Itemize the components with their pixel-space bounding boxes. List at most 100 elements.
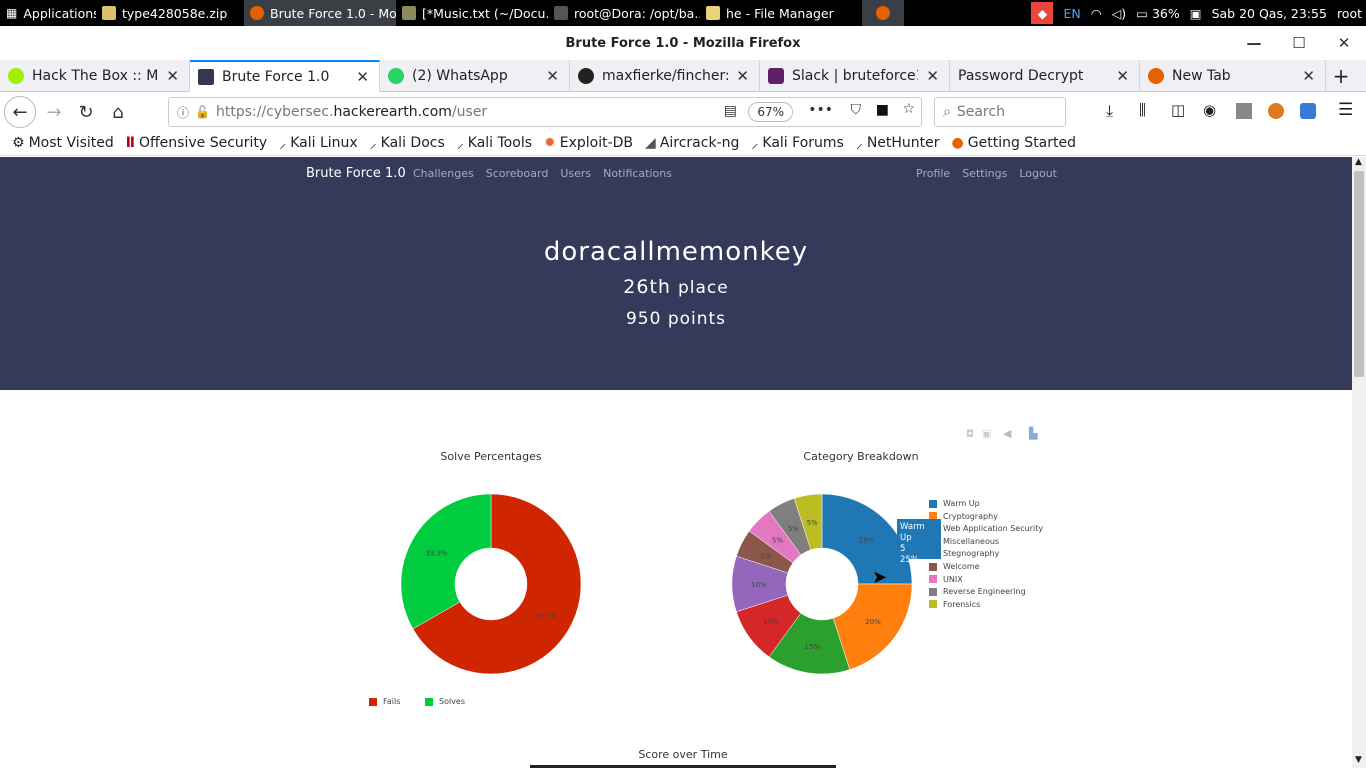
user-menu[interactable]: root <box>1337 6 1362 21</box>
close-tab-icon[interactable]: ✕ <box>546 67 559 85</box>
taskbar-item-firefox[interactable]: Brute Force 1.0 - Mo... <box>244 0 396 26</box>
nav-notifications[interactable]: Notifications <box>603 167 672 180</box>
downloads-icon[interactable]: ⤓ <box>1106 101 1113 121</box>
tab-whatsapp[interactable]: (2) WhatsApp ✕ <box>380 60 570 92</box>
extension-icon[interactable] <box>1236 103 1252 119</box>
site-brand[interactable]: Brute Force 1.0 <box>306 166 406 181</box>
reader-view-icon[interactable]: ▤ <box>724 103 737 119</box>
url-bar[interactable]: ⓘ 🔓 https://cybersec.hackerearth.com/use… <box>168 97 922 127</box>
scroll-down-arrow[interactable]: ▼ <box>1355 755 1362 765</box>
tab-brute-force[interactable]: Brute Force 1.0 ✕ <box>190 60 380 92</box>
tab-hackthebox[interactable]: Hack The Box :: Ma ✕ <box>0 60 190 92</box>
taskbar-item-editor[interactable]: [*Music.txt (~/Docu... <box>396 0 548 26</box>
sidebar-icon[interactable]: ◫ <box>1171 101 1185 119</box>
close-tab-icon[interactable]: ✕ <box>736 67 749 85</box>
bookmark-kali-forums[interactable]: ⸝ Kali Forums <box>751 134 843 153</box>
anydesk-icon[interactable]: ◆ <box>1031 2 1054 24</box>
bookmark-star-icon[interactable]: ☆ <box>902 101 915 117</box>
bookmark-exploit-db[interactable]: ✹ Exploit-DB <box>544 135 633 151</box>
extension-edit-icon[interactable] <box>1300 103 1316 119</box>
legend-item-warm-up[interactable]: Warm Up <box>929 499 980 508</box>
battery-status[interactable]: ▭ 36% <box>1136 6 1180 21</box>
close-tab-icon[interactable]: ✕ <box>1302 67 1315 85</box>
site-nav-left: Challenges Scoreboard Users Notification… <box>413 167 672 180</box>
bookmark-most-visited[interactable]: ⚙ Most Visited <box>12 135 114 151</box>
minimize-button[interactable]: — <box>1232 26 1276 60</box>
taskbar-item-terminal[interactable]: root@Dora: /opt/ba... <box>548 0 700 26</box>
tab-new-tab[interactable]: New Tab ✕ <box>1140 60 1326 92</box>
taskbar-item-file-manager[interactable]: he - File Manager <box>700 0 852 26</box>
screenshot-icon[interactable]: ■ <box>876 102 889 118</box>
clock[interactable]: Sab 20 Qas, 23:55 <box>1212 6 1327 21</box>
whatsapp-icon <box>388 68 404 84</box>
close-tab-icon[interactable]: ✕ <box>926 67 939 85</box>
legend-item-unix[interactable]: UNIX <box>929 575 963 584</box>
nav-profile[interactable]: Profile <box>916 167 950 180</box>
account-icon[interactable]: ◉ <box>1203 101 1216 119</box>
legend-fails[interactable]: Fails <box>369 697 400 706</box>
camera-icon[interactable]: ◘ <box>966 429 974 440</box>
wifi-icon[interactable]: ◠ <box>1091 6 1102 21</box>
nav-users[interactable]: Users <box>560 167 591 180</box>
bookmark-offensive-security[interactable]: Ⅱ Offensive Security <box>126 135 267 151</box>
scrollbar-thumb[interactable] <box>1354 171 1364 377</box>
tab-slack[interactable]: Slack | bruteforce1- ✕ <box>760 60 950 92</box>
info-icon[interactable]: ⓘ <box>177 104 189 121</box>
volume-icon[interactable]: ◁) <box>1112 6 1127 21</box>
insecure-lock-icon[interactable]: 🔓 <box>195 105 210 119</box>
close-tab-icon[interactable]: ✕ <box>1116 67 1129 85</box>
url-text[interactable]: https://cybersec.hackerearth.com/user <box>216 104 487 120</box>
profile-points: 950 points <box>625 309 727 329</box>
legend-solves[interactable]: Solves <box>425 697 465 706</box>
legend-item-reverse-engineering[interactable]: Reverse Engineering <box>929 587 1026 596</box>
hamburger-menu-icon[interactable]: ☰ <box>1338 100 1353 120</box>
extension-basketball-icon[interactable] <box>1268 103 1284 119</box>
maximize-button[interactable]: ☐ <box>1277 26 1321 60</box>
bookmark-kali-linux[interactable]: ⸝ Kali Linux <box>279 134 357 153</box>
close-tab-icon[interactable]: ✕ <box>166 67 179 85</box>
notification-icon[interactable]: ▣ <box>1190 6 1202 21</box>
nav-challenges[interactable]: Challenges <box>413 167 474 180</box>
save-icon[interactable]: ▣ <box>982 429 991 440</box>
pan-icon[interactable]: ◀ <box>1003 427 1011 440</box>
scroll-up-arrow[interactable]: ▲ <box>1355 157 1362 167</box>
bookmark-kali-docs[interactable]: ⸝ Kali Docs <box>370 134 445 153</box>
page-scrollbar[interactable]: ▲ ▼ <box>1352 157 1366 768</box>
nav-settings[interactable]: Settings <box>962 167 1007 180</box>
zoom-level[interactable]: 67% <box>748 102 793 122</box>
home-button[interactable]: ⌂ <box>102 96 134 128</box>
forward-button[interactable]: → <box>38 96 70 128</box>
tab-github-fincher[interactable]: maxfierke/fincher: A ✕ <box>570 60 760 92</box>
new-tab-button[interactable]: + <box>1326 60 1356 92</box>
close-tab-icon[interactable]: ✕ <box>356 68 369 86</box>
back-button[interactable]: ← <box>4 96 36 128</box>
pocket-icon[interactable]: ⛉ <box>851 102 862 118</box>
legend-item-web-application-security[interactable]: Web Application Security <box>929 524 1043 533</box>
window-titlebar: Brute Force 1.0 - Mozilla Firefox — ☐ ✕ <box>0 26 1366 60</box>
search-input[interactable]: ⌕ Search <box>934 97 1066 127</box>
page-actions-icon[interactable]: ••• <box>808 102 833 118</box>
legend-item-forensics[interactable]: Forensics <box>929 600 980 609</box>
bookmark-aircrack-ng[interactable]: ◢ Aircrack-ng <box>645 135 739 151</box>
taskbar-firefox-launcher[interactable] <box>862 0 904 26</box>
nav-scoreboard[interactable]: Scoreboard <box>486 167 549 180</box>
solve-percentages-chart: 66.7% 33.3% <box>400 493 582 675</box>
bookmark-kali-tools[interactable]: ⸝ Kali Tools <box>457 134 532 153</box>
tab-strip: Hack The Box :: Ma ✕ Brute Force 1.0 ✕ (… <box>0 60 1366 92</box>
taskbar-item-zip[interactable]: type428058e.zip <box>96 0 244 26</box>
solve-slice-solves[interactable] <box>400 493 492 630</box>
legend-swatch <box>929 600 937 609</box>
library-icon[interactable]: ⫼ <box>1139 101 1146 119</box>
profile-username: doracallmemonkey <box>543 237 809 267</box>
applications-menu[interactable]: ▦ Applications <box>0 0 96 26</box>
close-window-button[interactable]: ✕ <box>1322 26 1366 60</box>
tab-password-decrypt[interactable]: Password Decrypt ✕ <box>950 60 1140 92</box>
search-icon: ⌕ <box>943 104 951 120</box>
bookmark-getting-started[interactable]: ● Getting Started <box>952 135 1076 151</box>
reload-button[interactable]: ↻ <box>70 96 102 128</box>
firefox-icon: ● <box>951 135 964 151</box>
keyboard-layout[interactable]: EN <box>1063 6 1080 21</box>
nav-logout[interactable]: Logout <box>1019 167 1057 180</box>
bar-chart-icon[interactable]: ▙ <box>1029 427 1037 440</box>
bookmark-nethunter[interactable]: ⸝ NetHunter <box>856 134 940 153</box>
